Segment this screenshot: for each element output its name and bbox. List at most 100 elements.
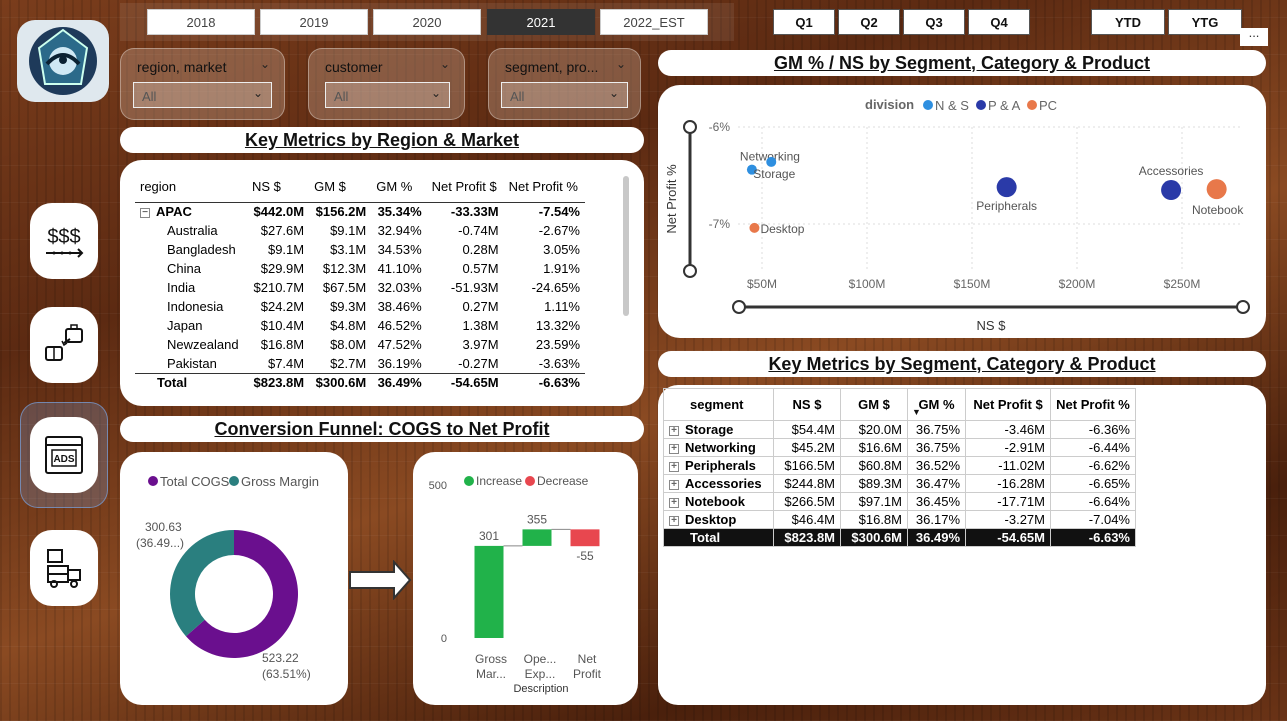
table-scrollbar[interactable] — [623, 176, 629, 316]
x-range-slider-handle-left[interactable] — [732, 300, 746, 314]
point-label: Storage — [753, 167, 795, 181]
y-range-slider-handle-top[interactable] — [683, 120, 697, 134]
table-cell: $300.6M — [840, 528, 908, 547]
column-header[interactable]: GM $ — [309, 172, 371, 202]
year-tab-2022-est[interactable]: 2022_EST — [600, 9, 708, 35]
table-cell: -6.36% — [1050, 420, 1136, 439]
region-market-dropdown[interactable]: All ⌄ — [133, 82, 272, 108]
column-header[interactable]: Net Profit $ — [427, 172, 504, 202]
segment-product-slicer[interactable]: segment, pro... ⌄ All ⌄ — [488, 48, 641, 120]
expand-icon[interactable]: + — [669, 443, 679, 454]
scatter-point-notebook[interactable] — [1206, 179, 1227, 200]
chevron-down-icon[interactable]: ⌄ — [616, 57, 626, 71]
ytd-button[interactable]: YTD — [1091, 9, 1165, 35]
year-tab-2019[interactable]: 2019 — [260, 9, 368, 35]
table-cell: 38.46% — [377, 299, 422, 314]
table-cell: $67.5M — [322, 280, 367, 295]
table-cell: $442.0M — [247, 201, 310, 221]
nav-finance-view-button[interactable] — [30, 307, 98, 383]
year-tab-2018[interactable]: 2018 — [147, 9, 255, 35]
waterfall-bar[interactable] — [522, 529, 552, 546]
y-tick-label: 500 — [429, 480, 447, 492]
expand-icon[interactable]: + — [669, 479, 679, 490]
expand-icon[interactable]: + — [669, 461, 679, 472]
table-row[interactable]: + Accessories $244.8M $89.3M 36.47% -16.2… — [663, 474, 1136, 493]
table-row[interactable]: + Desktop $46.4M $16.8M 36.17% -3.27M -7.… — [663, 510, 1136, 529]
column-header[interactable]: GM $ — [840, 388, 908, 421]
scatter-point-accessories[interactable] — [1161, 180, 1182, 201]
donut-label-gm-value: 300.63 — [145, 520, 182, 534]
region-market-slicer[interactable]: region, market ⌄ All ⌄ — [120, 48, 285, 120]
table-group-row-apac[interactable]: − APAC $442.0M $156.2M 35.34% -33.33M -7.… — [135, 201, 585, 221]
column-header[interactable]: NS $ — [773, 388, 841, 421]
table-cell: $4.8M — [330, 318, 367, 333]
table-cell: -6.64% — [1050, 492, 1136, 511]
segment-product-dropdown[interactable]: All ⌄ — [501, 82, 628, 108]
customer-dropdown[interactable]: All ⌄ — [325, 82, 450, 108]
nav-marketing-view-wrap[interactable]: ADS — [20, 402, 108, 508]
quarter-q1-button[interactable]: Q1 — [773, 9, 835, 35]
x-tick-label: Gross — [475, 652, 507, 666]
table-cell: 47.52% — [377, 337, 422, 352]
nav-supply-chain-view-button[interactable] — [30, 530, 98, 606]
expand-icon[interactable]: + — [669, 515, 679, 526]
column-header[interactable]: Net Profit % — [1050, 388, 1136, 421]
table-cell: Bangladesh — [167, 242, 236, 257]
table-cell: $300.6M — [309, 372, 372, 392]
table-row: Australia $27.6M $9.1M 32.94% -0.74M -2.… — [135, 221, 585, 240]
chevron-down-icon[interactable]: ⌄ — [440, 57, 450, 71]
table-row[interactable]: + Networking $45.2M $16.6M 36.75% -2.91M … — [663, 438, 1136, 457]
year-tab-2021[interactable]: 2021 — [487, 9, 595, 35]
segment-name: Peripherals — [685, 458, 756, 473]
x-range-slider-handle-right[interactable] — [1236, 300, 1250, 314]
table-cell: Newzealand — [167, 337, 239, 352]
waterfall-bar[interactable] — [570, 529, 600, 547]
chevron-down-icon[interactable]: ⌄ — [260, 57, 270, 71]
quarter-q4-button[interactable]: Q4 — [968, 9, 1030, 35]
y-range-slider-handle-bottom[interactable] — [683, 264, 697, 278]
expand-icon[interactable]: + — [669, 497, 679, 508]
table-cell: $89.3M — [840, 474, 908, 493]
table-row[interactable]: + Peripherals $166.5M $60.8M 36.52% -11.0… — [663, 456, 1136, 475]
table-row[interactable]: + Notebook $266.5M $97.1M 36.45% -17.71M … — [663, 492, 1136, 511]
column-header[interactable]: region — [135, 172, 247, 202]
nav-marketing-view-button[interactable]: ADS — [30, 417, 98, 493]
table-row[interactable]: + Storage $54.4M $20.0M 36.75% -3.46M -6.… — [663, 420, 1136, 439]
ytg-button[interactable]: YTG — [1168, 9, 1242, 35]
column-header[interactable]: Net Profit % — [504, 172, 585, 202]
year-tab-2020[interactable]: 2020 — [373, 9, 481, 35]
segment-metrics-card: segment NS $ GM $ GM % Net Profit $ Net … — [658, 385, 1266, 705]
more-options-button[interactable]: ... — [1240, 26, 1268, 46]
quarter-q3-button[interactable]: Q3 — [903, 9, 965, 35]
group-name: APAC — [156, 204, 192, 220]
segment-table-title: Key Metrics by Segment, Category & Produ… — [658, 351, 1266, 377]
sort-desc-icon[interactable]: ▼ — [912, 407, 921, 417]
column-header[interactable]: GM % — [371, 172, 426, 202]
legend-dot-decrease — [525, 476, 535, 486]
sales-icon-text: $$$ — [47, 226, 80, 248]
scatter-point-peripherals[interactable] — [996, 177, 1017, 198]
expand-icon[interactable]: + — [669, 425, 679, 436]
dropdown-value: All — [510, 89, 525, 104]
x-tick-label: $50M — [747, 277, 777, 291]
scatter-point-desktop[interactable] — [749, 222, 760, 233]
region-table-title: Key Metrics by Region & Market — [120, 127, 644, 153]
collapse-icon[interactable]: − — [140, 207, 150, 218]
table-cell: $7.4M — [267, 355, 305, 371]
quarter-q2-button[interactable]: Q2 — [838, 9, 900, 35]
column-header[interactable]: NS $ — [247, 172, 309, 202]
dropdown-value: All — [142, 89, 157, 104]
scatter-point-storage[interactable] — [766, 156, 777, 167]
column-header[interactable]: segment — [663, 388, 774, 421]
y-axis-title: Net Profit % — [664, 164, 679, 234]
point-label: Accessories — [1139, 164, 1204, 178]
column-header[interactable]: Net Profit $ — [965, 388, 1051, 421]
customer-slicer[interactable]: customer ⌄ All ⌄ — [308, 48, 465, 120]
table-cell: Australia — [167, 223, 218, 238]
table-cell: $16.8M — [260, 337, 305, 352]
table-cell: -6.65% — [1050, 474, 1136, 493]
nav-sales-view-button[interactable]: $$$ — [30, 203, 98, 279]
table-cell: 3.97M — [462, 337, 499, 352]
waterfall-bar[interactable] — [474, 545, 504, 638]
table-cell: -3.46M — [965, 420, 1051, 439]
